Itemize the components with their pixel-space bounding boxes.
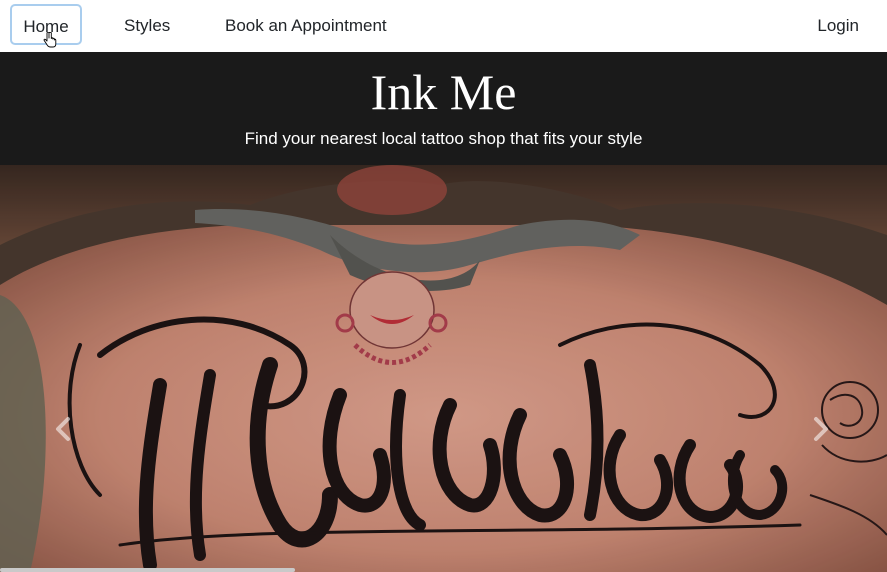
top-navbar: Home Styles Book an Appointment Login bbox=[0, 0, 887, 52]
image-carousel bbox=[0, 165, 887, 572]
page-title: Ink Me bbox=[370, 64, 517, 120]
nav-login-link[interactable]: Login bbox=[817, 0, 859, 52]
chevron-left-icon[interactable] bbox=[52, 415, 76, 443]
chevron-right-icon[interactable] bbox=[808, 415, 832, 443]
tattoo-back-photo bbox=[0, 165, 887, 572]
nav-styles-link[interactable]: Styles bbox=[124, 0, 170, 52]
hand-pointer-cursor-icon bbox=[43, 32, 57, 48]
nav-book-appointment-link[interactable]: Book an Appointment bbox=[225, 0, 387, 52]
hero-header: Ink Me Find your nearest local tattoo sh… bbox=[0, 52, 887, 165]
horizontal-scrollbar[interactable] bbox=[0, 568, 295, 572]
page-subtitle: Find your nearest local tattoo shop that… bbox=[244, 129, 643, 148]
